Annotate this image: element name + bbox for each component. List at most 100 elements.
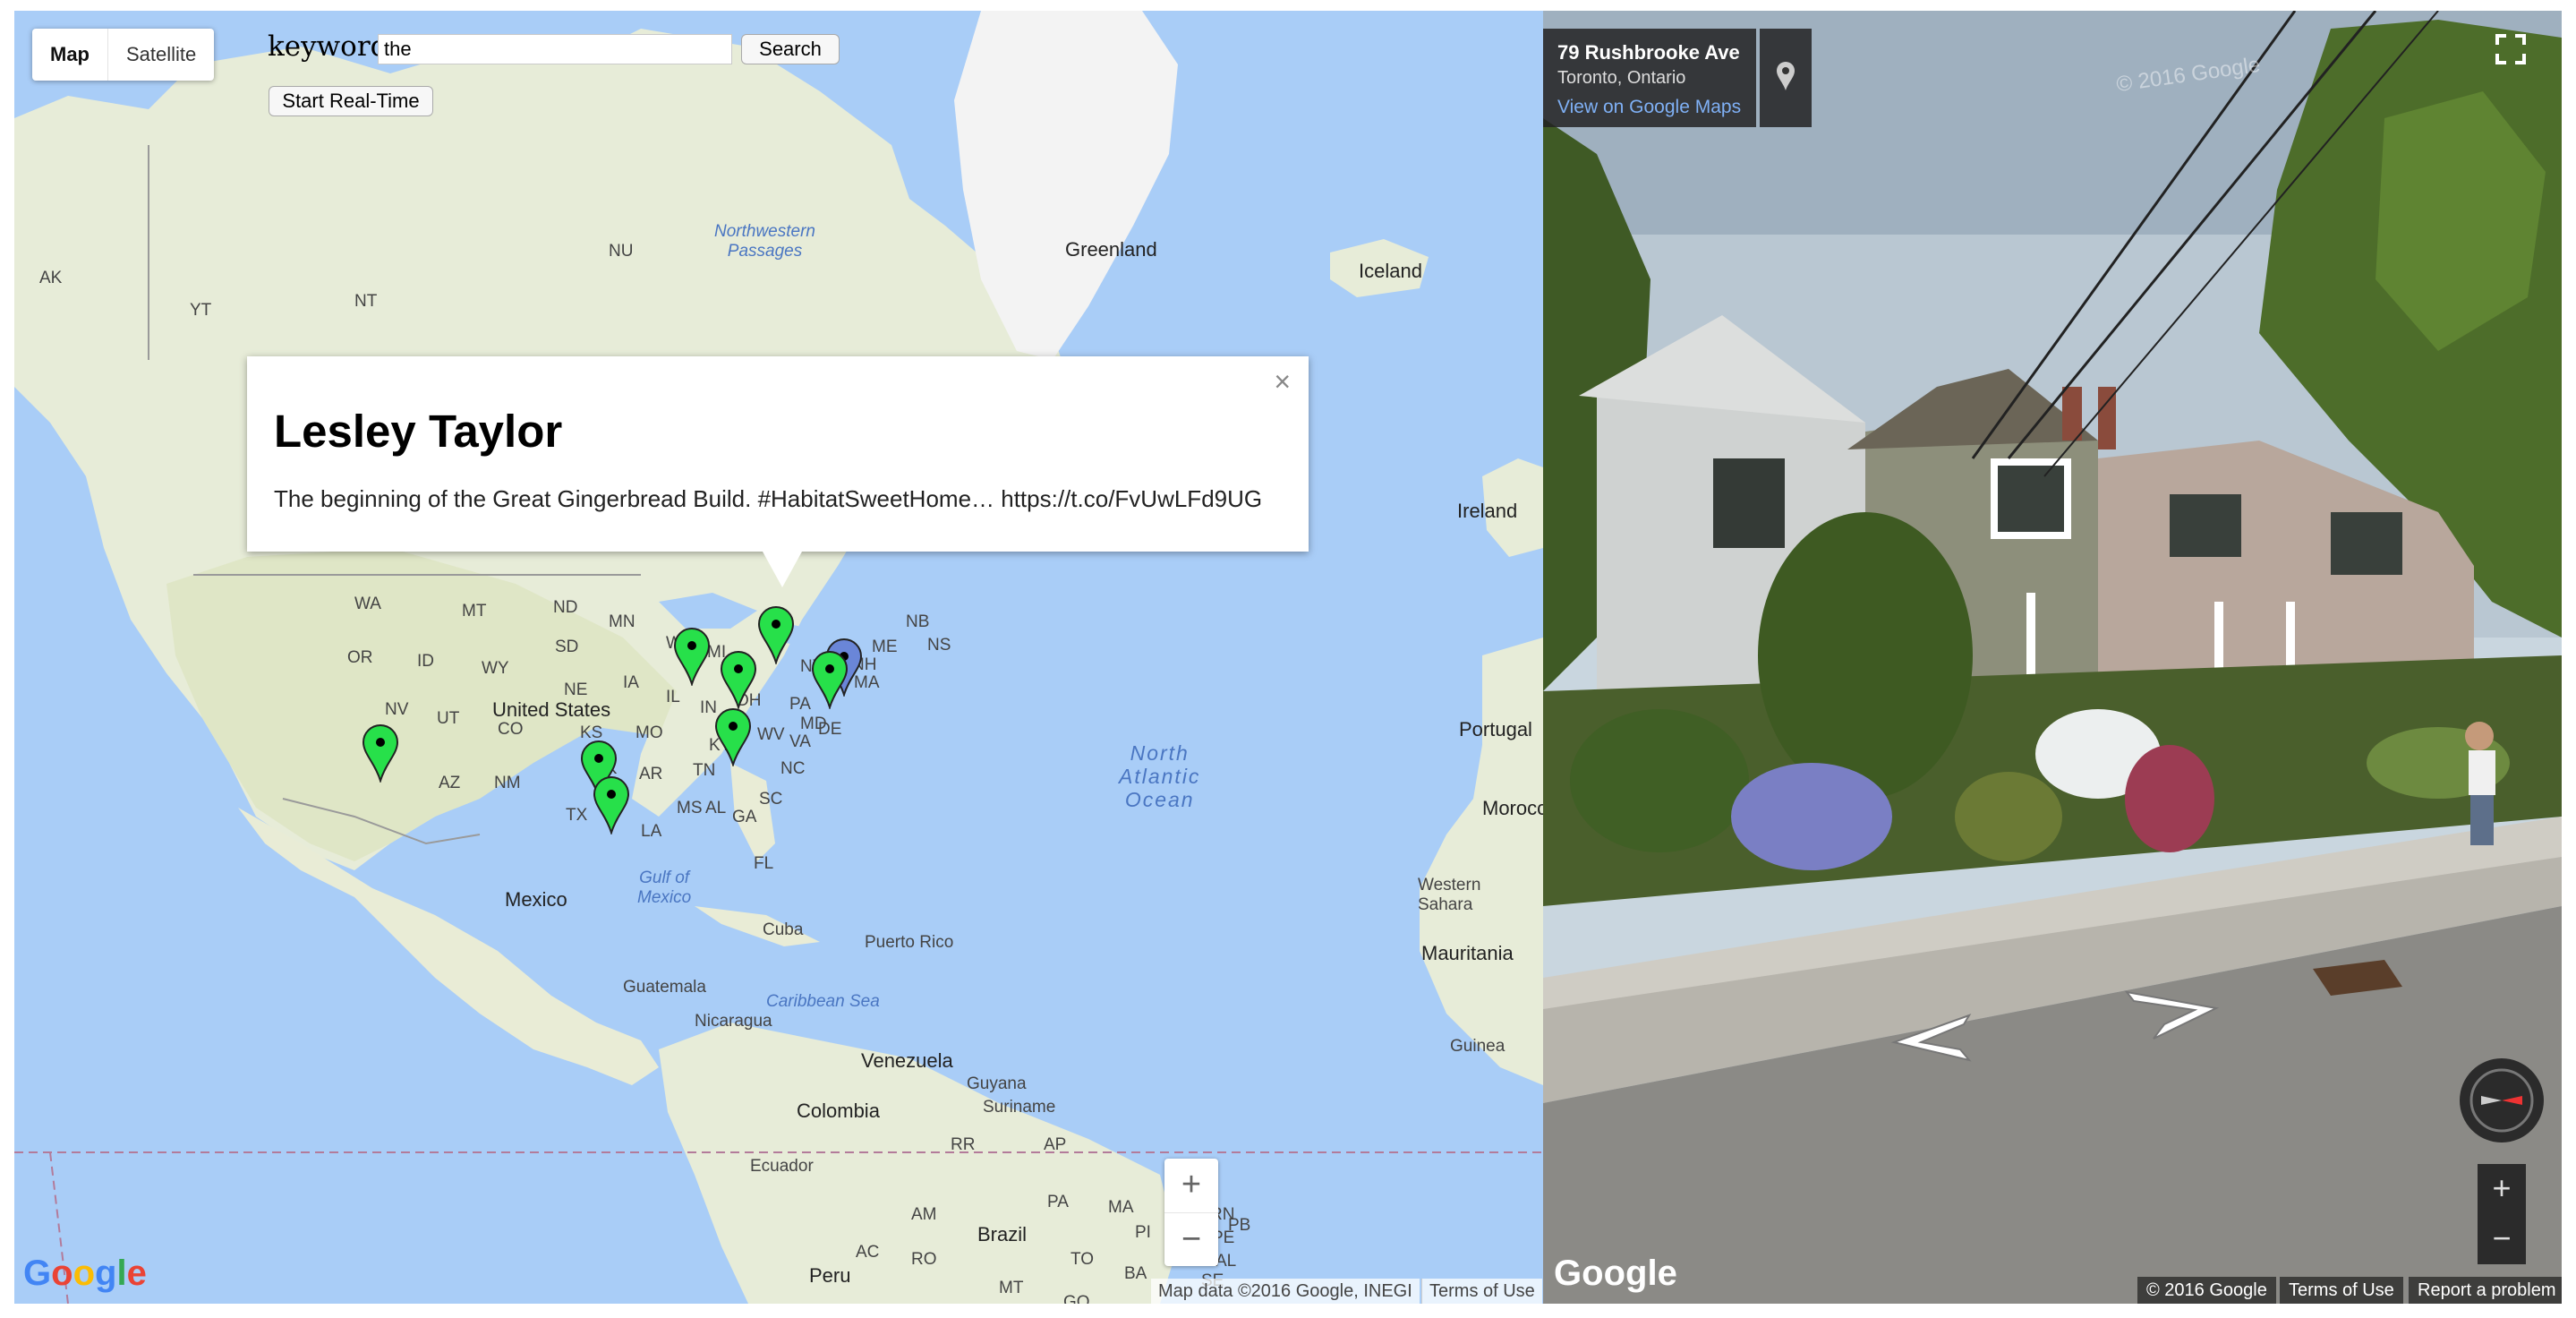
compass-icon bbox=[2469, 1068, 2534, 1133]
label-colombia: Colombia bbox=[797, 1100, 880, 1122]
streetview-zoom-in-button[interactable]: + bbox=[2478, 1164, 2526, 1214]
label-mt: MT bbox=[462, 602, 487, 620]
label-ro: RO bbox=[911, 1250, 937, 1269]
label-pb: PB bbox=[1228, 1216, 1251, 1235]
info-window-close-icon[interactable]: × bbox=[1274, 365, 1291, 398]
label-western-sahara: Western Sahara bbox=[1418, 876, 1481, 914]
label-va: VA bbox=[789, 732, 811, 751]
streetview-panel[interactable]: © 2016 Google 79 Rushbrooke Ave Toronto,… bbox=[1543, 11, 2562, 1304]
label-nu: NU bbox=[609, 242, 634, 261]
label-co: CO bbox=[498, 720, 524, 739]
streetview-copyright: © 2016 Google bbox=[2137, 1277, 2276, 1304]
streetview-city: Toronto, Ontario bbox=[1557, 68, 1686, 88]
label-nc: NC bbox=[780, 759, 806, 778]
streetview-pin-button[interactable] bbox=[1760, 29, 1812, 127]
label-gulf-of-mexico: Gulf of Mexico bbox=[637, 869, 692, 907]
map-type-satellite-button[interactable]: Satellite bbox=[108, 29, 214, 81]
label-sd: SD bbox=[555, 638, 579, 656]
zoom-out-button[interactable]: − bbox=[1164, 1213, 1218, 1267]
label-ns: NS bbox=[927, 636, 951, 655]
label-ms: MS bbox=[677, 799, 703, 817]
label-ut: UT bbox=[437, 709, 460, 728]
streetview-back-arrow[interactable] bbox=[1883, 1010, 1973, 1064]
label-or: OR bbox=[347, 648, 373, 667]
label-me: ME bbox=[872, 638, 898, 656]
label-go: GO bbox=[1063, 1293, 1090, 1304]
label-az: AZ bbox=[439, 774, 461, 792]
label-greenland: Greenland bbox=[1065, 238, 1157, 261]
map-panel[interactable]: Greenland Iceland Ireland Portugal Moroc… bbox=[14, 11, 1543, 1304]
keyword-input[interactable] bbox=[378, 34, 732, 64]
label-nb: NB bbox=[906, 612, 930, 631]
tweet-marker[interactable] bbox=[714, 707, 752, 766]
label-cuba: Cuba bbox=[763, 920, 804, 939]
label-fl: FL bbox=[754, 854, 774, 873]
report-problem-link[interactable]: Report a problem bbox=[2408, 1277, 2562, 1304]
map-type-map-button[interactable]: Map bbox=[32, 29, 108, 81]
label-united-states: United States bbox=[492, 698, 611, 721]
label-to: TO bbox=[1070, 1250, 1095, 1269]
map-type-control: Map Satellite bbox=[32, 29, 215, 81]
label-id: ID bbox=[417, 652, 434, 671]
label-tx: TX bbox=[566, 806, 588, 825]
label-venezuela: Venezuela bbox=[861, 1049, 953, 1072]
streetview-terms-link[interactable]: Terms of Use bbox=[2279, 1277, 2403, 1304]
info-window-title: Lesley Taylor bbox=[274, 406, 563, 457]
label-nm: NM bbox=[494, 774, 521, 792]
start-realtime-button[interactable]: Start Real-Time bbox=[269, 86, 433, 116]
label-tn: TN bbox=[693, 761, 716, 780]
label-suriname: Suriname bbox=[983, 1098, 1056, 1117]
compass-control[interactable] bbox=[2460, 1058, 2544, 1143]
label-ga: GA bbox=[732, 808, 757, 826]
label-pa2: PA bbox=[1047, 1193, 1069, 1211]
label-pi: PI bbox=[1135, 1223, 1151, 1242]
label-nt: NT bbox=[354, 292, 378, 311]
tweet-marker[interactable] bbox=[757, 605, 795, 664]
streetview-forward-arrow[interactable] bbox=[2123, 987, 2222, 1040]
search-button[interactable]: Search bbox=[741, 34, 840, 64]
label-rr: RR bbox=[951, 1135, 976, 1154]
google-logo[interactable]: Google bbox=[23, 1254, 147, 1294]
streetview-zoom-control: + − bbox=[2478, 1164, 2526, 1264]
label-guyana: Guyana bbox=[967, 1074, 1027, 1093]
label-al: AL bbox=[705, 799, 727, 817]
label-puerto-rico: Puerto Rico bbox=[865, 933, 954, 952]
tweet-marker[interactable] bbox=[720, 650, 757, 709]
label-sc: SC bbox=[759, 790, 783, 809]
label-ireland: Ireland bbox=[1457, 500, 1518, 522]
label-brazil: Brazil bbox=[977, 1223, 1028, 1245]
label-ar: AR bbox=[639, 765, 663, 783]
label-mauritania: Mauritania bbox=[1421, 942, 1514, 964]
label-wa: WA bbox=[354, 595, 381, 613]
label-mo: MO bbox=[635, 723, 663, 742]
label-nicaragua: Nicaragua bbox=[695, 1012, 772, 1031]
tweet-marker[interactable] bbox=[362, 723, 399, 783]
streetview-zoom-out-button[interactable]: − bbox=[2478, 1214, 2526, 1264]
streetview-address: 79 Rushbrooke Ave bbox=[1557, 41, 1740, 64]
info-window-text: The beginning of the Great Gingerbread B… bbox=[274, 485, 1263, 512]
info-window: × Lesley Taylor The beginning of the Gre… bbox=[247, 356, 1309, 552]
label-ne: NE bbox=[564, 680, 588, 699]
fullscreen-button[interactable] bbox=[2485, 23, 2537, 75]
label-de: DE bbox=[818, 720, 842, 739]
label-ma2: MA bbox=[1108, 1198, 1134, 1217]
label-ac: AC bbox=[856, 1243, 880, 1262]
map-attribution: Map data ©2016 Google, INEGI bbox=[1151, 1279, 1420, 1304]
streetview-google-logo[interactable]: Google bbox=[1554, 1254, 1677, 1294]
label-ak: AK bbox=[39, 269, 63, 287]
tweet-marker[interactable] bbox=[811, 650, 849, 709]
map-terms-link[interactable]: Terms of Use bbox=[1421, 1279, 1542, 1304]
label-ap: AP bbox=[1044, 1135, 1067, 1154]
streetview-image[interactable] bbox=[1543, 11, 2562, 1304]
label-yt: YT bbox=[190, 301, 212, 320]
label-pa: PA bbox=[789, 695, 811, 714]
label-nd: ND bbox=[553, 598, 578, 617]
label-la: LA bbox=[641, 822, 662, 841]
label-guinea: Guinea bbox=[1450, 1037, 1506, 1056]
view-on-google-maps-link[interactable]: View on Google Maps bbox=[1557, 97, 1741, 118]
zoom-in-button[interactable]: + bbox=[1164, 1159, 1218, 1213]
tweet-marker[interactable] bbox=[673, 627, 711, 686]
tweet-marker[interactable] bbox=[593, 775, 630, 834]
label-ia: IA bbox=[623, 673, 639, 692]
streetview-address-card: 79 Rushbrooke Ave Toronto, Ontario View … bbox=[1543, 29, 1756, 127]
